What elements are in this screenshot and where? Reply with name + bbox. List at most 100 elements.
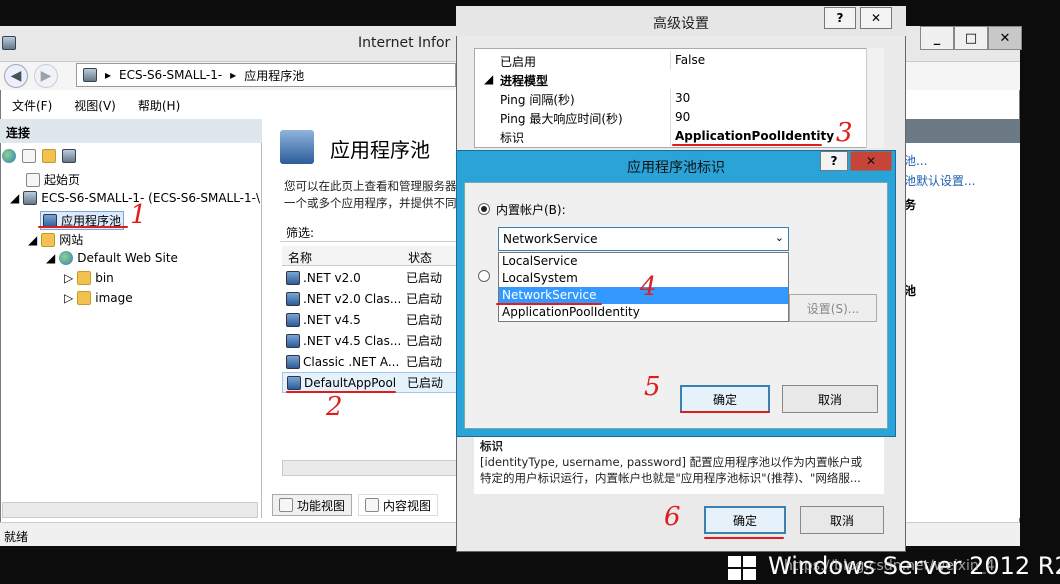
description-line: [identityType, username, password] 配置应用程…	[480, 455, 863, 469]
tab-label: 功能视图	[297, 498, 346, 513]
table-row[interactable]: .NET v4.5 Clas... 已启动	[282, 330, 458, 351]
tree-label: Default Web Site	[77, 251, 178, 265]
disconnect-icon[interactable]	[62, 149, 76, 163]
filter-field[interactable]: 筛选:	[280, 222, 458, 242]
tab-content-view[interactable]: 内容视图	[358, 494, 439, 516]
dialog-close-button[interactable]: ✕	[860, 7, 892, 29]
menu-help[interactable]: 帮助(H)	[138, 97, 180, 114]
option-local-service[interactable]: LocalService	[499, 253, 788, 270]
option-app-pool-identity[interactable]: ApplicationPoolIdentity	[499, 304, 788, 321]
custom-account-radio[interactable]	[478, 270, 490, 282]
table-row[interactable]: .NET v2.0 已启动	[282, 267, 458, 288]
menu-file[interactable]: 文件(F)	[12, 97, 52, 114]
pool-status: 已启动	[406, 334, 443, 348]
pool-name: .NET v2.0 Clas...	[303, 291, 402, 306]
builtin-account-radio[interactable]	[478, 203, 490, 215]
property-key: Ping 最大响应时间(秒)	[500, 112, 623, 126]
app-pool-icon	[287, 375, 301, 390]
property-value: 90	[675, 110, 691, 124]
tree-start-page[interactable]: 起始页	[26, 171, 80, 188]
column-status[interactable]: 状态	[402, 246, 438, 265]
annotation-step-5: 5	[644, 372, 661, 402]
property-row[interactable]: Ping 最大响应时间(秒) 90	[474, 108, 866, 127]
description-title: 标识	[480, 439, 503, 453]
property-key: 标识	[500, 131, 525, 145]
folder-icon	[77, 291, 92, 305]
table-row[interactable]: .NET v2.0 Clas... 已启动	[282, 288, 458, 309]
tree-hscrollbar[interactable]	[2, 502, 258, 518]
view-tabs: 功能视图 内容视图	[272, 494, 439, 516]
tree-sites[interactable]: ◢ 网站	[28, 231, 83, 248]
identity-close-button[interactable]: ✕	[850, 151, 892, 171]
status-text: 就绪	[4, 530, 29, 544]
identity-cancel-button[interactable]: 取消	[782, 385, 878, 413]
connections-header: 连接	[0, 119, 262, 143]
app-pool-list-header: 名称 状态	[282, 246, 458, 266]
annotation-step-2: 2	[326, 392, 343, 422]
action-link-pool-defaults[interactable]: 池默认设置...	[904, 172, 975, 189]
tree-default-site[interactable]: ◢ Default Web Site	[46, 251, 178, 265]
breadcrumb-arrow-icon: ▸	[105, 68, 112, 82]
list-hscrollbar[interactable]	[282, 460, 458, 476]
url-watermark: https://blog.csdn.net/weixin_4	[784, 558, 995, 574]
settings-button[interactable]: 设置(S)...	[789, 294, 877, 322]
expand-icon[interactable]: ▷	[64, 291, 73, 305]
annotation-underline	[286, 391, 396, 393]
annotation-underline	[704, 537, 784, 539]
table-row[interactable]: .NET v4.5 已启动	[282, 309, 458, 330]
maximize-button[interactable]: □	[954, 26, 988, 50]
identity-ok-button[interactable]: 确定	[680, 385, 770, 413]
property-category[interactable]: ◢ 进程模型	[474, 70, 866, 89]
property-grid-scrollbar[interactable]	[866, 48, 884, 148]
globe-icon	[59, 251, 74, 265]
advanced-cancel-button[interactable]: 取消	[800, 506, 884, 534]
tree-folder-image[interactable]: ▷ image	[64, 291, 133, 305]
connect-icon[interactable]	[2, 149, 16, 163]
forward-icon[interactable]: ▶	[34, 64, 58, 88]
column-name[interactable]: 名称	[282, 246, 402, 265]
annotation-step-3: 3	[836, 118, 853, 148]
property-value: ApplicationPoolIdentity	[675, 129, 835, 143]
tree-folder-bin[interactable]: ▷ bin	[64, 271, 114, 285]
builtin-account-label: 内置帐户(B):	[496, 203, 566, 217]
features-view-icon	[279, 498, 293, 512]
content-view-icon	[365, 498, 380, 512]
table-row[interactable]: Classic .NET A... 已启动	[282, 351, 458, 372]
pool-name: .NET v4.5 Clas...	[303, 333, 402, 348]
advanced-ok-button[interactable]: 确定	[704, 506, 786, 534]
annotation-step-6: 6	[664, 502, 681, 532]
breadcrumb-server[interactable]: ECS-S6-SMALL-1-	[119, 68, 222, 82]
collapse-icon[interactable]: ◢	[484, 72, 493, 86]
connections-toolbar	[2, 146, 76, 166]
tab-features-view[interactable]: 功能视图	[272, 494, 353, 516]
save-icon[interactable]	[22, 149, 36, 163]
iis-window-title: Internet Infor	[358, 35, 451, 51]
menu-view[interactable]: 视图(V)	[74, 97, 116, 114]
collapse-icon[interactable]: ◢	[46, 251, 55, 265]
close-button[interactable]: ✕	[988, 26, 1022, 50]
collapse-icon[interactable]: ◢	[28, 233, 37, 247]
menu-bar: 文件(F) 视图(V) 帮助(H)	[0, 94, 460, 116]
minimize-button[interactable]: _	[920, 26, 954, 50]
collapse-icon[interactable]: ◢	[10, 191, 19, 205]
annotation-underline	[680, 411, 770, 413]
identity-help-button[interactable]: ?	[820, 151, 848, 171]
action-link-add-pool[interactable]: 池...	[904, 152, 927, 169]
description-line: 一个或多个应用程序，并提供不同	[284, 196, 457, 210]
help-button[interactable]: ?	[824, 7, 856, 29]
builtin-account-select[interactable]: NetworkService ⌄	[498, 227, 789, 251]
table-row-selected[interactable]: DefaultAppPool 已启动	[282, 372, 458, 393]
pool-status: 已启动	[407, 376, 444, 390]
property-row[interactable]: 已启用 False	[474, 51, 866, 70]
address-bar[interactable]: ▸ ECS-S6-SMALL-1- ▸ 应用程序池	[76, 63, 456, 87]
property-row[interactable]: Ping 间隔(秒) 30	[474, 89, 866, 108]
app-pool-icon	[286, 354, 300, 369]
up-icon[interactable]	[42, 149, 56, 163]
breadcrumb-app-pools[interactable]: 应用程序池	[244, 67, 304, 84]
pool-name: Classic .NET A...	[303, 354, 400, 369]
property-key: 进程模型	[500, 74, 549, 88]
select-value: NetworkService	[503, 232, 598, 246]
back-icon[interactable]: ◀	[4, 64, 28, 88]
breadcrumb-arrow-icon: ▸	[230, 68, 237, 82]
expand-icon[interactable]: ▷	[64, 271, 73, 285]
